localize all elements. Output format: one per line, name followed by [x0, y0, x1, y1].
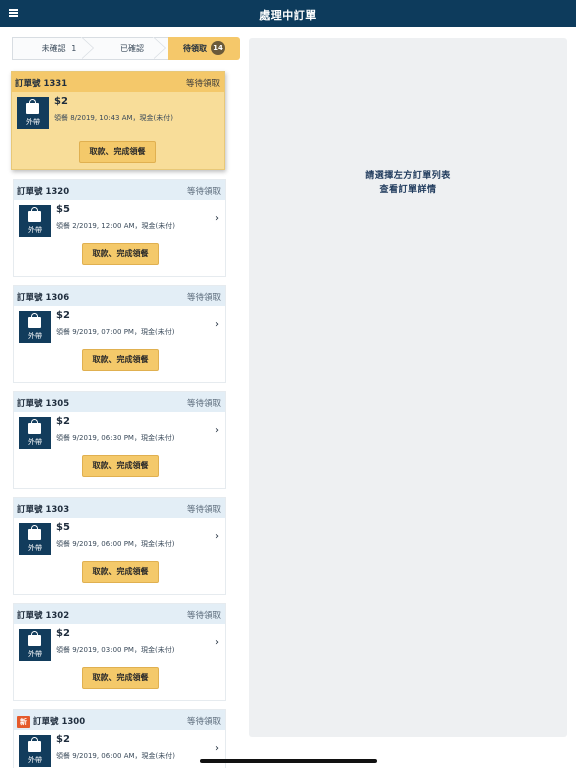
order-type-label: 外帶 — [26, 118, 40, 126]
order-detail: 領餐 9/2019, 06:00 AM，現金(未付) — [56, 752, 175, 760]
complete-pickup-button[interactable]: 取款、完成領餐 — [82, 561, 159, 583]
chevron-right-icon[interactable]: › — [215, 213, 219, 224]
order-number: 訂單號 1320 — [17, 187, 70, 197]
takeout-icon: 外帶 — [19, 311, 51, 343]
takeout-icon: 外帶 — [19, 629, 51, 661]
order-status: 等待領取 — [186, 717, 221, 727]
takeout-icon: 外帶 — [19, 735, 51, 767]
order-card[interactable]: 訂單號 1302 等待領取 外帶 $2 領餐 9/2019, 03:00 PM，… — [13, 603, 226, 701]
order-card[interactable]: 訂單號 1303 等待領取 外帶 $5 領餐 9/2019, 06:00 PM，… — [13, 497, 226, 595]
chevron-right-icon[interactable]: › — [215, 531, 219, 542]
complete-pickup-button[interactable]: 取款、完成領餐 — [82, 349, 159, 371]
order-price: $5 — [56, 522, 70, 533]
order-header: 訂單號 1306 等待領取 — [14, 286, 225, 306]
complete-pickup-button[interactable]: 取款、完成領餐 — [82, 455, 159, 477]
complete-pickup-button[interactable]: 取款、完成領餐 — [82, 243, 159, 265]
order-detail: 領餐 9/2019, 03:00 PM，現金(未付) — [56, 646, 175, 654]
new-badge: 新 — [17, 716, 30, 728]
order-card[interactable]: 訂單號 1305 等待領取 外帶 $2 領餐 9/2019, 06:30 PM，… — [13, 391, 226, 489]
order-price: $5 — [56, 204, 70, 215]
order-number-text: 訂單號 1300 — [33, 717, 86, 727]
order-status: 等待領取 — [185, 79, 220, 89]
order-card[interactable]: 訂單號 1331 等待領取 外帶 $2 領餐 8/2019, 10:43 AM，… — [11, 71, 225, 170]
order-status: 等待領取 — [186, 187, 221, 197]
order-price: $2 — [56, 310, 70, 321]
chevron-right-icon[interactable]: › — [215, 425, 219, 436]
order-number: 訂單號 1306 — [17, 293, 70, 303]
empty-state-line: 請選擇左方訂單列表 — [365, 171, 451, 181]
order-type-label: 外帶 — [28, 650, 42, 658]
order-card[interactable]: 訂單號 1306 等待領取 外帶 $2 領餐 9/2019, 07:00 PM，… — [13, 285, 226, 383]
order-card[interactable]: 訂單號 1320 等待領取 外帶 $5 領餐 2/2019, 12:00 AM，… — [13, 179, 226, 277]
order-type-label: 外帶 — [28, 226, 42, 234]
complete-pickup-button[interactable]: 取款、完成領餐 — [79, 141, 156, 163]
order-header: 訂單號 1303 等待領取 — [14, 498, 225, 518]
order-header: 新訂單號 1300 等待領取 — [14, 710, 225, 730]
order-price: $2 — [56, 416, 70, 427]
order-status: 等待領取 — [186, 399, 221, 409]
order-card[interactable]: 新訂單號 1300 等待領取 外帶 $2 領餐 9/2019, 06:00 AM… — [13, 709, 226, 768]
chevron-right-icon[interactable]: › — [215, 637, 219, 648]
order-header: 訂單號 1331 等待領取 — [12, 72, 224, 92]
order-number: 訂單號 1331 — [15, 79, 68, 89]
chevron-right-icon[interactable]: › — [215, 319, 219, 330]
order-detail-pane: 請選擇左方訂單列表 查看訂單詳情 — [249, 38, 567, 737]
order-header: 訂單號 1302 等待領取 — [14, 604, 225, 624]
order-number: 訂單號 1302 — [17, 611, 70, 621]
home-indicator[interactable] — [200, 759, 377, 763]
order-type-label: 外帶 — [28, 756, 42, 764]
order-detail: 領餐 9/2019, 06:30 PM，現金(未付) — [56, 434, 175, 442]
order-price: $2 — [56, 734, 70, 745]
order-detail: 領餐 9/2019, 07:00 PM，現金(未付) — [56, 328, 175, 336]
order-status: 等待領取 — [186, 293, 221, 303]
takeout-icon: 外帶 — [19, 523, 51, 555]
takeout-icon: 外帶 — [19, 417, 51, 449]
order-type-label: 外帶 — [28, 332, 42, 340]
order-status: 等待領取 — [186, 505, 221, 515]
order-detail: 領餐 8/2019, 10:43 AM，現金(未付) — [54, 114, 173, 122]
order-detail: 領餐 9/2019, 06:00 PM，現金(未付) — [56, 540, 175, 548]
takeout-icon: 外帶 — [19, 205, 51, 237]
chevron-right-icon[interactable]: › — [215, 743, 219, 754]
empty-state-message: 請選擇左方訂單列表 查看訂單詳情 — [249, 169, 567, 197]
order-list: 訂單號 1331 等待領取 外帶 $2 領餐 8/2019, 10:43 AM，… — [0, 0, 240, 768]
empty-state-line: 查看訂單詳情 — [379, 185, 437, 195]
takeout-icon: 外帶 — [17, 97, 49, 129]
order-number: 訂單號 1303 — [17, 505, 70, 515]
order-number: 新訂單號 1300 — [17, 715, 85, 728]
order-type-label: 外帶 — [28, 438, 42, 446]
complete-pickup-button[interactable]: 取款、完成領餐 — [82, 667, 159, 689]
order-number: 訂單號 1305 — [17, 399, 70, 409]
order-price: $2 — [56, 628, 70, 639]
order-status: 等待領取 — [186, 611, 221, 621]
order-detail: 領餐 2/2019, 12:00 AM，現金(未付) — [56, 222, 175, 230]
order-price: $2 — [54, 96, 68, 107]
order-header: 訂單號 1320 等待領取 — [14, 180, 225, 200]
order-header: 訂單號 1305 等待領取 — [14, 392, 225, 412]
order-type-label: 外帶 — [28, 544, 42, 552]
